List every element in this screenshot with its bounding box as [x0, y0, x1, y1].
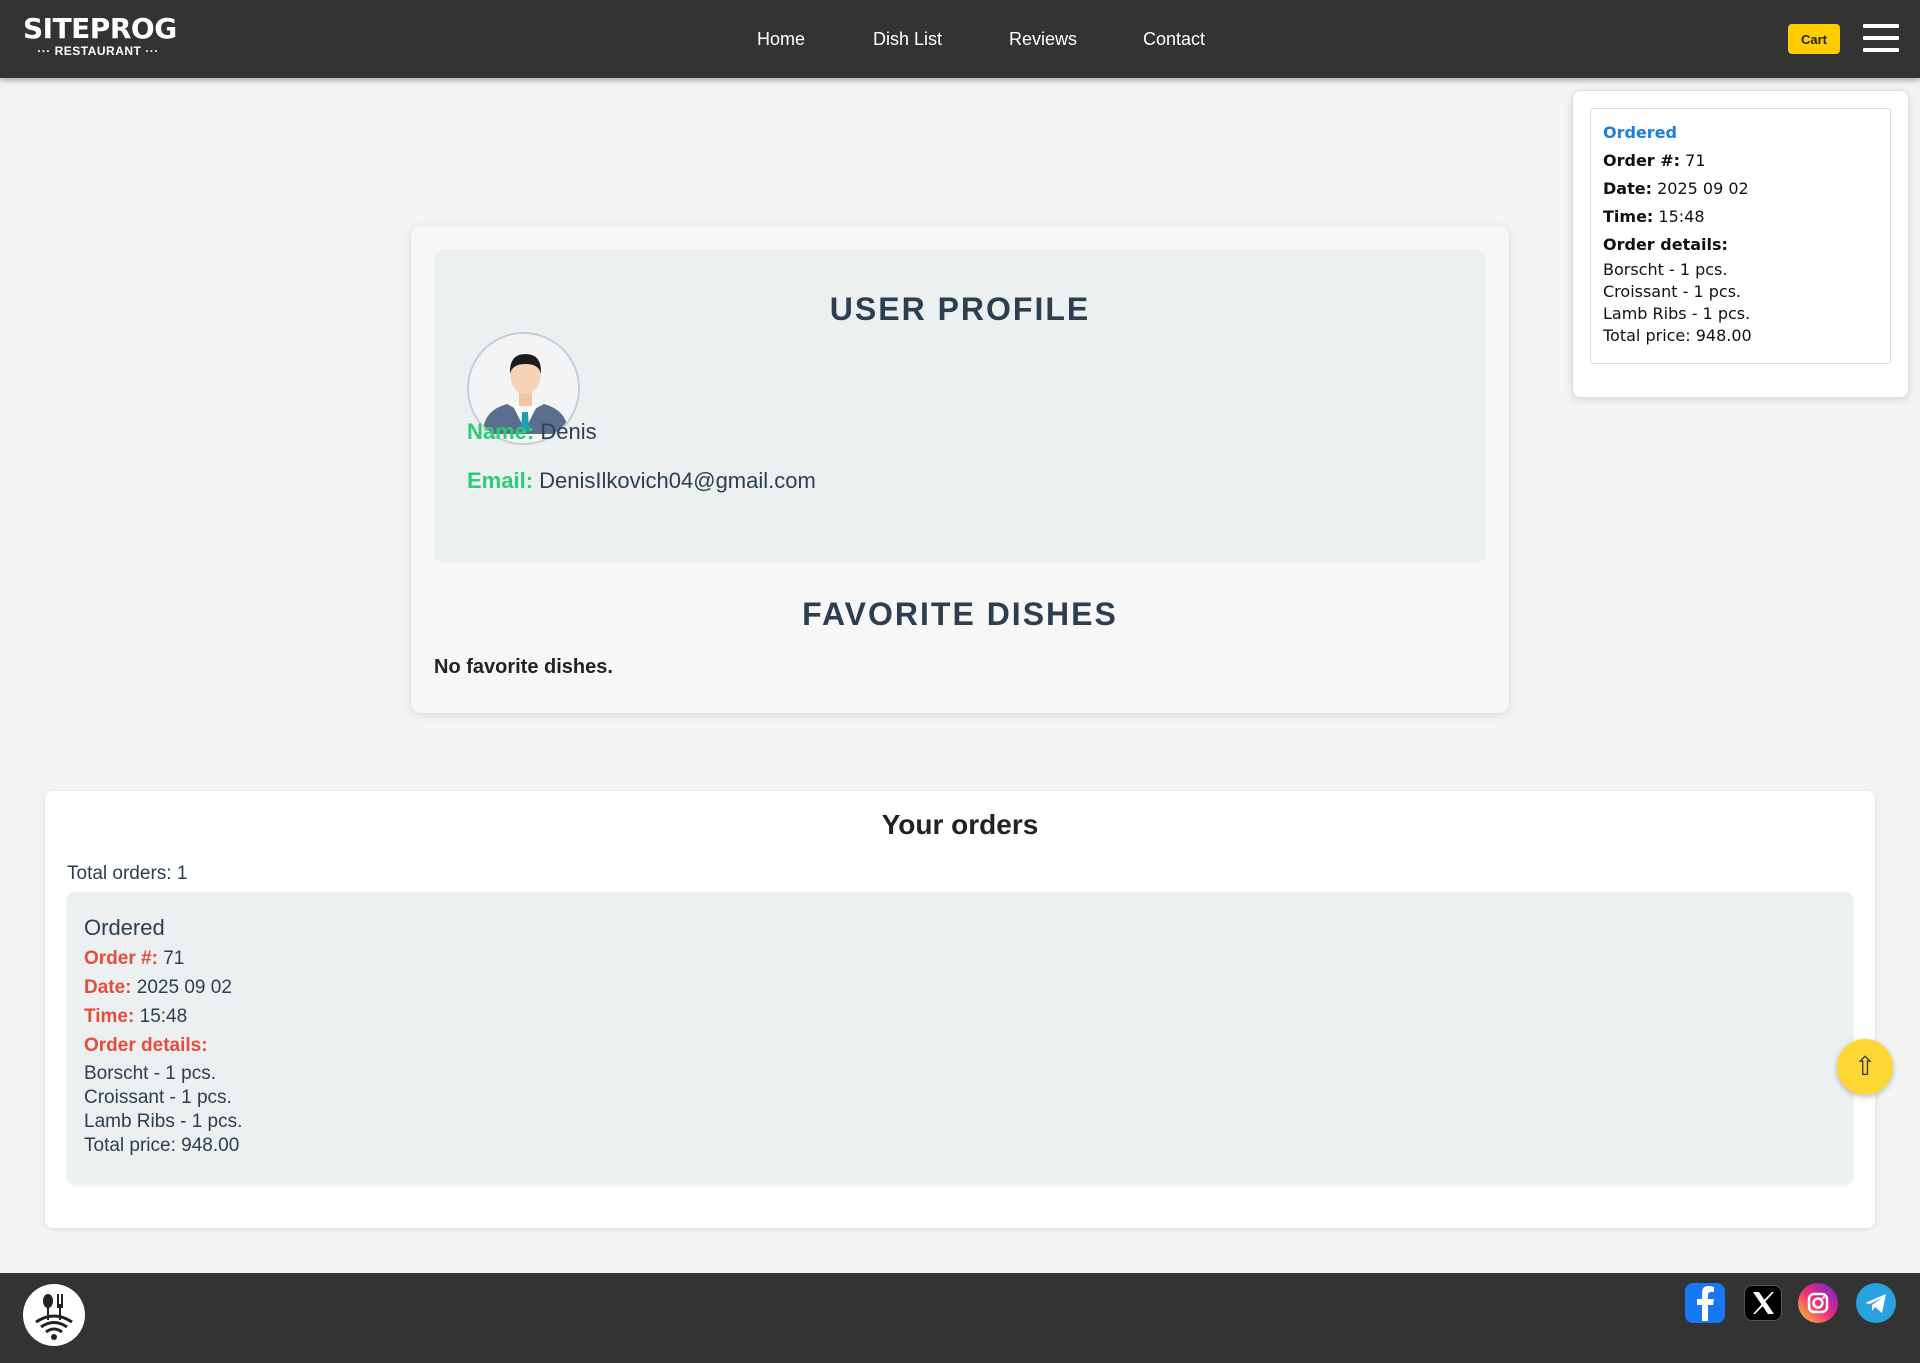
order-item: Lamb Ribs - 1 pcs. — [84, 1111, 243, 1132]
order-date-label: Date: — [84, 977, 132, 998]
order-date-row: Date: 2025 09 02 — [84, 973, 1836, 1002]
profile-card: USER PROFILE Name: Denis Email: DenisIlk… — [411, 226, 1509, 713]
order-status: Ordered — [84, 915, 165, 940]
email-value: DenisIlkovich04@gmail.com — [539, 468, 816, 493]
order-time-label: Time: — [84, 1006, 135, 1027]
arrow-up-icon: ⇧ — [1854, 1052, 1876, 1082]
cart-button[interactable]: Cart — [1788, 24, 1840, 54]
order-popup: Ordered Order #: 71 Date: 2025 09 02 Tim… — [1572, 90, 1909, 398]
favorite-dishes-empty: No favorite dishes. — [434, 656, 613, 678]
popup-details-label: Order details: — [1603, 235, 1728, 254]
popup-order-status: Ordered — [1603, 123, 1677, 142]
order-entry: Ordered Order #: 71 Date: 2025 09 02 Tim… — [67, 892, 1853, 1184]
nav-reviews[interactable]: Reviews — [1009, 28, 1077, 50]
facebook-icon[interactable] — [1685, 1283, 1725, 1323]
popup-date-value: 2025 09 02 — [1657, 179, 1749, 198]
profile-email-row: Email: DenisIlkovich04@gmail.com — [467, 468, 816, 494]
email-label: Email: — [467, 468, 534, 493]
instagram-icon[interactable] — [1798, 1283, 1838, 1323]
favorite-dishes-title: FAVORITE DISHES — [802, 596, 1118, 632]
orders-total-count: Total orders: 1 — [67, 863, 188, 884]
main-nav: Home Dish List Reviews Contact — [0, 28, 1920, 52]
order-item: Borscht - 1 pcs. — [84, 1063, 216, 1084]
popup-order-date: Date: 2025 09 02 — [1603, 175, 1878, 203]
order-items: Borscht - 1 pcs. Croissant - 1 pcs. Lamb… — [84, 1062, 1836, 1158]
name-value: Denis — [540, 419, 597, 444]
popup-order-label: Order #: — [1603, 151, 1681, 170]
order-time-value: 15:48 — [139, 1006, 188, 1027]
nav-home[interactable]: Home — [757, 28, 805, 50]
order-details-label: Order details: — [84, 1035, 208, 1056]
popup-order-item: Croissant - 1 pcs. — [1603, 282, 1742, 301]
restaurant-logo-icon[interactable] — [23, 1284, 85, 1346]
order-details-row: Order details: — [84, 1031, 1836, 1060]
profile-name-row: Name: Denis — [467, 419, 597, 445]
popup-order-value: 71 — [1685, 151, 1706, 170]
scroll-top-button[interactable]: ⇧ — [1837, 1039, 1893, 1095]
order-number-label: Order #: — [84, 948, 158, 969]
footer — [0, 1273, 1920, 1363]
nav-dish-list[interactable]: Dish List — [873, 28, 942, 50]
name-label: Name: — [467, 419, 535, 444]
telegram-icon[interactable] — [1856, 1283, 1896, 1323]
popup-time-value: 15:48 — [1658, 207, 1705, 226]
popup-order-item: Lamb Ribs - 1 pcs. — [1603, 304, 1751, 323]
top-navbar: SITEPROG ··· RESTAURANT ··· Home Dish Li… — [0, 0, 1920, 78]
popup-order-card: Ordered Order #: 71 Date: 2025 09 02 Tim… — [1590, 108, 1891, 364]
user-profile-section: USER PROFILE Name: Denis Email: DenisIlk… — [434, 249, 1486, 563]
orders-title: Your orders — [881, 809, 1039, 840]
popup-order-details-label: Order details: — [1603, 231, 1878, 259]
order-item: Croissant - 1 pcs. — [84, 1087, 232, 1108]
order-total-price: Total price: 948.00 — [84, 1135, 240, 1156]
order-number-row: Order #: 71 — [84, 944, 1836, 973]
popup-order-time: Time: 15:48 — [1603, 203, 1878, 231]
order-time-row: Time: 15:48 — [84, 1002, 1836, 1031]
order-date-value: 2025 09 02 — [136, 977, 232, 998]
nav-contact[interactable]: Contact — [1143, 28, 1205, 50]
hamburger-icon[interactable] — [1863, 24, 1899, 54]
popup-order-number: Order #: 71 — [1603, 147, 1878, 175]
popup-order-total: Total price: 948.00 — [1603, 326, 1752, 345]
popup-order-item: Borscht - 1 pcs. — [1603, 260, 1728, 279]
x-icon[interactable] — [1744, 1285, 1782, 1321]
popup-date-label: Date: — [1603, 179, 1652, 198]
orders-card: Your orders Total orders: 1 Ordered Orde… — [45, 791, 1875, 1228]
order-number-value: 71 — [163, 948, 185, 969]
popup-time-label: Time: — [1603, 207, 1654, 226]
profile-title: USER PROFILE — [829, 291, 1091, 327]
